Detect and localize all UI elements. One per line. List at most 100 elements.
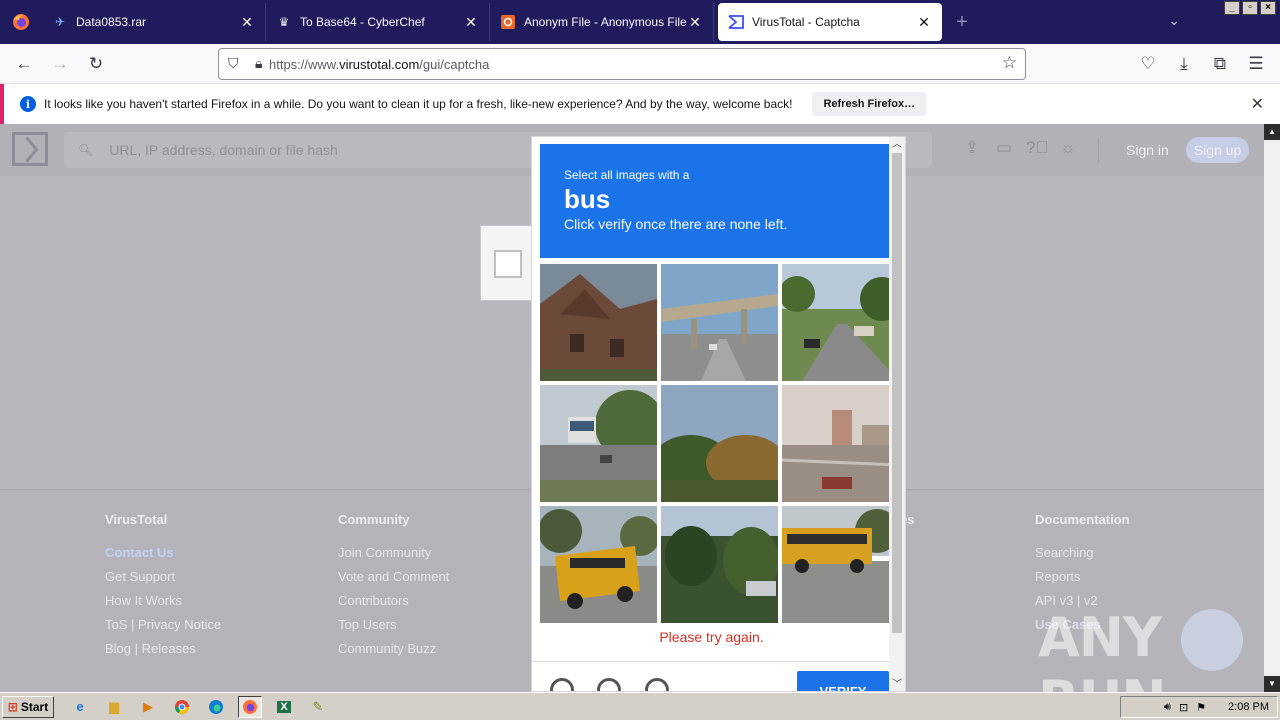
downloads-icon[interactable]: ⤓ [1166, 48, 1202, 80]
internet-explorer-icon[interactable]: e [68, 696, 92, 718]
forward-icon[interactable]: → [42, 48, 78, 80]
back-icon[interactable]: ← [6, 48, 42, 80]
sign-up-button[interactable]: Sign up [1186, 137, 1249, 163]
vt-header-tools: ⇪ ▭ ?⃝ ☼ [962, 138, 1078, 158]
verify-button[interactable]: VERIFY [797, 671, 889, 691]
footer-link[interactable]: Community Buzz [338, 637, 449, 661]
info-help-icon[interactable] [645, 678, 669, 691]
paperclip-icon: ✈ [54, 15, 66, 29]
bookmark-star-icon[interactable]: ☆ [1002, 53, 1017, 73]
refresh-firefox-button[interactable]: Refresh Firefox… [812, 92, 927, 116]
sign-in-link[interactable]: Sign in [1126, 142, 1169, 158]
help-icon[interactable]: ?⃝ [1026, 138, 1048, 158]
clock[interactable]: 2:08 PM [1228, 701, 1269, 713]
captcha-scrollbar[interactable]: ︿ ﹀ [889, 137, 905, 691]
captcha-tile-house[interactable] [540, 264, 657, 381]
tab-virustotal-captcha[interactable]: VirusTotal - Captcha ✕ [718, 3, 942, 41]
audio-challenge-icon[interactable] [597, 678, 621, 691]
navigation-bar: ← → ↻ ⛉ 🔒︎ https://www.virustotal.com/gu… [0, 44, 1280, 84]
tab-title: VirusTotal - Captcha [752, 15, 860, 29]
refresh-challenge-icon[interactable] [550, 678, 574, 691]
close-window-icon[interactable]: × [1260, 1, 1276, 15]
captcha-prompt: Select all images with a bus Click verif… [540, 144, 890, 258]
tab-title: To Base64 - CyberChef [300, 15, 425, 29]
menu-icon[interactable]: ☰ [1238, 48, 1274, 80]
start-label: Start [20, 699, 49, 714]
close-notification-icon[interactable]: ✕ [1251, 94, 1264, 114]
scroll-down-icon[interactable]: ﹀ [889, 677, 905, 691]
pocket-icon[interactable]: ♡ [1130, 48, 1166, 80]
minimize-icon[interactable]: _ [1224, 1, 1240, 15]
captcha-tile-intersection[interactable] [782, 385, 899, 502]
start-button[interactable]: ⊞ Start [2, 695, 54, 718]
shield-icon[interactable]: ⛉ [228, 55, 239, 72]
footer-link[interactable]: Top Users [338, 613, 449, 637]
footer-link[interactable]: Searching [1035, 541, 1130, 565]
tab-bar: ✈ Data0853.rar ✕ ♛ To Base64 - CyberChef… [0, 0, 1280, 44]
footer-link[interactable]: Get Support [105, 565, 221, 589]
footer-link[interactable]: Reports [1035, 565, 1130, 589]
file-explorer-icon[interactable]: ▆ [102, 696, 126, 718]
footer-link[interactable]: Blog | Releases [105, 637, 221, 661]
restore-icon[interactable]: ▫ [1242, 1, 1258, 15]
footer-link[interactable]: Contributors [338, 589, 449, 613]
network-icon[interactable]: ⊡ [1179, 701, 1188, 714]
captcha-hint: Click verify once there are none left. [564, 216, 788, 232]
captcha-tile-school-bus-side[interactable] [782, 506, 899, 623]
close-tab-icon[interactable]: ✕ [687, 14, 703, 30]
virustotal-logo-icon[interactable] [12, 132, 48, 166]
tab-anonym-file[interactable]: Anonym File - Anonymous File Uplo ✕ [490, 3, 714, 41]
close-tab-icon[interactable]: ✕ [239, 14, 255, 30]
captcha-challenge-frame: Select all images with a bus Click verif… [531, 136, 906, 692]
captcha-checkbox[interactable] [494, 250, 522, 278]
info-icon: i [20, 96, 36, 112]
url-prefix: https://www. [269, 56, 340, 72]
tab-data-rar[interactable]: ✈ Data0853.rar ✕ [42, 3, 266, 41]
theme-icon[interactable]: ☼ [1058, 138, 1078, 158]
scroll-up-icon[interactable]: ▲ [1264, 124, 1280, 140]
url-text[interactable]: https://www.virustotal.com/gui/captcha [269, 57, 489, 72]
windows-logo-icon: ⊞ [7, 699, 18, 714]
captcha-instruction: Select all images with a [564, 168, 690, 182]
virustotal-icon [728, 14, 744, 30]
media-player-icon[interactable]: ▶ [136, 696, 160, 718]
chef-hat-icon: ♛ [278, 15, 290, 29]
captcha-tile-residential-street[interactable] [782, 264, 899, 381]
url-bar[interactable]: ⛉ 🔒︎ https://www.virustotal.com/gui/capt… [218, 48, 1026, 80]
upload-icon[interactable]: ⇪ [962, 138, 982, 158]
close-tab-icon[interactable]: ✕ [463, 14, 479, 30]
close-tab-icon[interactable]: ✕ [916, 14, 932, 30]
tab-cyberchef[interactable]: ♛ To Base64 - CyberChef ✕ [266, 3, 490, 41]
footer-link[interactable]: Vote and Comment [338, 565, 449, 589]
footer-column-virustotal: VirusTotal Contact Us Get Support How It… [105, 512, 221, 661]
new-tab-icon[interactable]: + [942, 0, 982, 44]
excel-icon[interactable]: X [272, 696, 296, 718]
extensions-icon[interactable]: ⧉ [1202, 48, 1238, 80]
firefox-menu-icon[interactable] [0, 0, 42, 44]
captcha-tile-forest[interactable] [661, 506, 778, 623]
chrome-icon[interactable] [170, 696, 194, 718]
captcha-tile-trees[interactable] [661, 385, 778, 502]
footer-link[interactable]: ToS | Privacy Notice [105, 613, 221, 637]
captcha-tile-road-with-bus[interactable] [540, 385, 657, 502]
edge-icon[interactable] [204, 696, 228, 718]
captcha-tile-school-bus[interactable] [540, 506, 657, 623]
scroll-up-icon[interactable]: ︿ [889, 137, 905, 153]
notification-message: It looks like you haven't started Firefo… [44, 97, 793, 111]
chat-icon[interactable]: ▭ [994, 138, 1014, 158]
volume-icon[interactable]: 🔊︎ [1164, 701, 1171, 714]
url-path: /gui/captcha [419, 56, 490, 72]
list-all-tabs-icon[interactable]: ⌄ [1168, 12, 1180, 29]
reload-icon[interactable]: ↻ [78, 48, 114, 80]
lock-icon[interactable]: 🔒︎ [255, 55, 262, 72]
footer-column-community: Community Join Community Vote and Commen… [338, 512, 449, 661]
toolbar-right: ♡ ⤓ ⧉ ☰ [1130, 48, 1274, 80]
flag-icon[interactable]: ⚑ [1196, 701, 1206, 714]
firefox-taskbar-icon[interactable] [238, 695, 262, 718]
notepad-icon[interactable]: ✎ [306, 696, 330, 718]
footer-link[interactable]: Contact Us [105, 541, 221, 565]
footer-link[interactable]: How It Works [105, 589, 221, 613]
footer-link[interactable]: Join Community [338, 541, 449, 565]
scroll-thumb[interactable] [892, 153, 902, 633]
captcha-tile-highway-overpass[interactable] [661, 264, 778, 381]
